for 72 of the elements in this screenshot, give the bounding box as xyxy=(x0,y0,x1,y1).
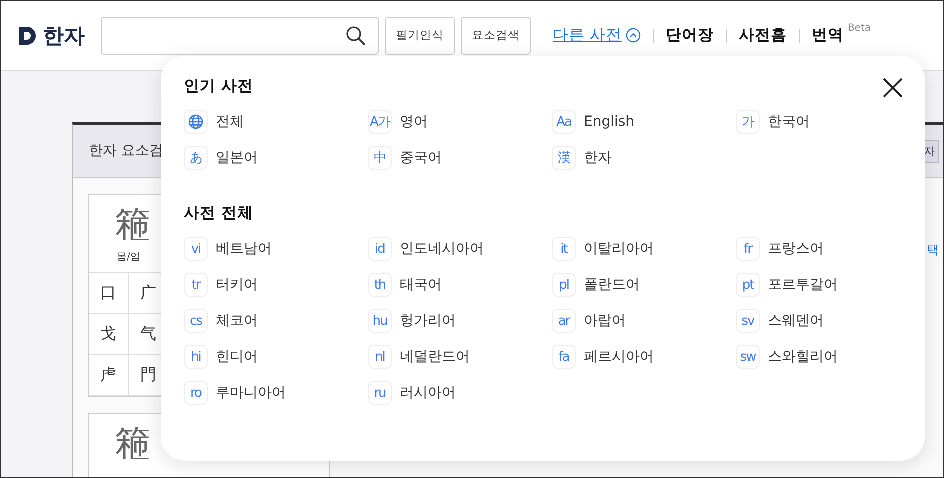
dictionary-link[interactable]: 헝가리어 xyxy=(400,312,456,330)
dictionary-dropdown-link[interactable]: 다른 사전 xyxy=(553,25,622,46)
language-code-badge: vi xyxy=(184,237,208,261)
radical-label: 몸/엄 xyxy=(117,251,140,264)
dictionary-link[interactable]: 한자 xyxy=(584,149,612,167)
language-code-badge: あ xyxy=(184,146,208,170)
language-code-badge: sw xyxy=(736,345,760,369)
dictionary-link[interactable]: 스와힐리어 xyxy=(768,348,838,366)
dictionary-link[interactable]: 프랑스어 xyxy=(768,240,824,258)
nav-link[interactable]: 단어장 xyxy=(666,25,714,46)
dictionary-link[interactable]: 영어 xyxy=(400,113,428,131)
language-code-badge: cs xyxy=(184,309,208,333)
section-title: 사전 전체 xyxy=(184,203,254,224)
dictionary-link[interactable]: 중국어 xyxy=(400,149,442,167)
dictionary-link[interactable]: 스웨덴어 xyxy=(768,312,824,330)
dictionary-link[interactable]: 전체 xyxy=(216,113,244,131)
dictionary-link[interactable]: 인도네시아어 xyxy=(400,240,484,258)
nav-link[interactable]: 번역 xyxy=(812,25,844,46)
radical-cell[interactable]: 口 xyxy=(89,273,129,314)
search-field[interactable] xyxy=(101,16,379,54)
dictionary-link[interactable]: 베트남어 xyxy=(216,240,272,258)
beta-label: Beta xyxy=(848,23,871,34)
toolbar-button[interactable]: 필기인식 xyxy=(385,16,455,54)
language-code-badge: fr xyxy=(736,237,760,261)
dictionary-link[interactable]: 포르투갈어 xyxy=(768,276,838,294)
language-code-badge: A가 xyxy=(368,110,392,134)
language-code-badge: id xyxy=(368,237,392,261)
logo-text: 한자 xyxy=(43,22,85,50)
nav-link[interactable]: 사전홈 xyxy=(738,25,787,46)
toolbar-button[interactable]: 요소검색 xyxy=(461,16,531,54)
character-glyph: 篐 xyxy=(115,423,151,467)
dictionary-link[interactable]: 아랍어 xyxy=(584,312,626,330)
dictionary-link[interactable]: 체코어 xyxy=(216,312,258,330)
dictionary-link[interactable]: 네덜란드어 xyxy=(400,348,470,366)
globe-icon xyxy=(184,110,208,134)
search-icon xyxy=(346,26,366,46)
dictionary-link[interactable]: 일본어 xyxy=(216,149,258,167)
language-code-badge: fa xyxy=(552,345,576,369)
language-code-badge: pl xyxy=(552,273,576,297)
dictionary-link[interactable]: 태국어 xyxy=(400,276,442,294)
language-code-badge: ro xyxy=(184,381,208,405)
language-code-badge: ru xyxy=(368,381,392,405)
dictionary-link[interactable]: 한국어 xyxy=(768,113,810,131)
dictionary-link[interactable]: 페르시아어 xyxy=(584,348,654,366)
dictionary-link[interactable]: 러시아어 xyxy=(400,384,456,402)
language-code-badge: th xyxy=(368,273,392,297)
language-code-badge: 가 xyxy=(736,110,760,134)
dictionary-link[interactable]: English xyxy=(584,114,635,130)
dictionary-link[interactable]: 힌디어 xyxy=(216,348,258,366)
language-code-badge: tr xyxy=(184,273,208,297)
instruction-text: 택 xyxy=(927,242,939,259)
language-code-badge: Aa xyxy=(552,110,576,134)
logo-icon xyxy=(18,26,38,46)
dictionary-link[interactable]: 터키어 xyxy=(216,276,258,294)
language-code-badge: sv xyxy=(736,309,760,333)
language-code-badge: 漢 xyxy=(552,146,576,170)
language-code-badge: hu xyxy=(368,309,392,333)
dictionary-link[interactable]: 이탈리아어 xyxy=(584,240,654,258)
language-code-badge: ar xyxy=(552,309,576,333)
language-code-badge: hi xyxy=(184,345,208,369)
chevron-up-icon xyxy=(626,28,641,43)
dictionary-link[interactable]: 루마니아어 xyxy=(216,384,286,402)
character-glyph: 篐 xyxy=(115,204,151,248)
close-icon[interactable] xyxy=(883,78,903,98)
radical-cell[interactable]: 戈 xyxy=(89,314,129,355)
language-code-badge: nl xyxy=(368,345,392,369)
dictionary-link[interactable]: 폴란드어 xyxy=(584,276,640,294)
language-code-badge: 中 xyxy=(368,146,392,170)
language-code-badge: it xyxy=(552,237,576,261)
radical-cell[interactable]: 虍 xyxy=(89,355,129,396)
language-code-badge: pt xyxy=(736,273,760,297)
section-title: 인기 사전 xyxy=(184,76,254,97)
